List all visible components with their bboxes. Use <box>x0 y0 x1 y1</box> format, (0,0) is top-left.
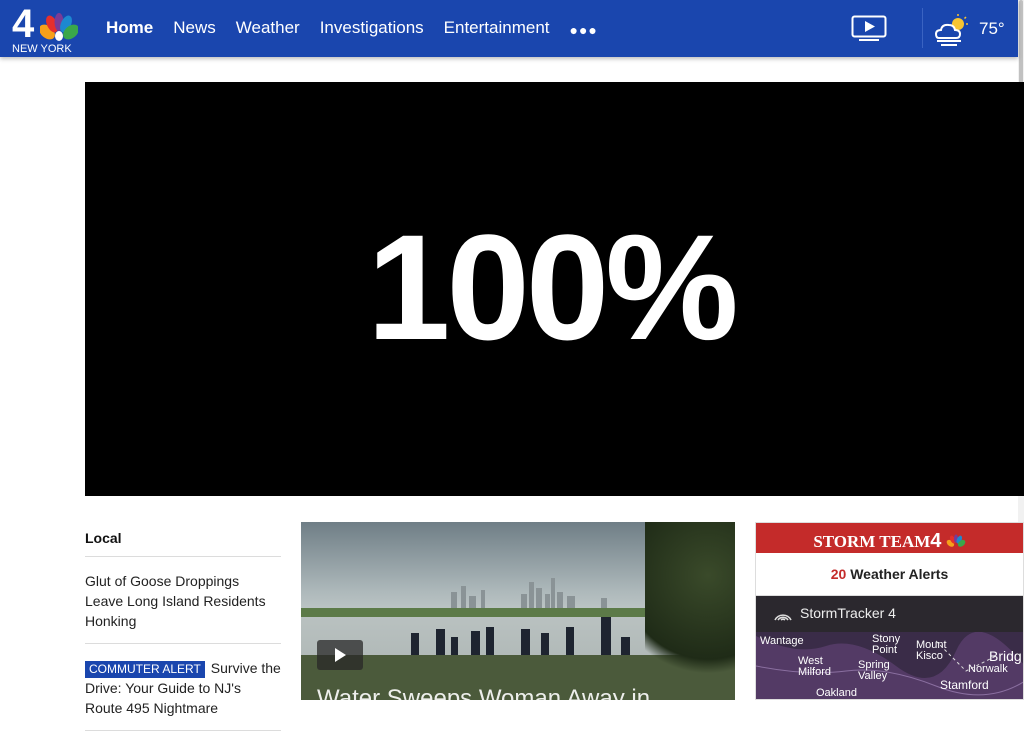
map-label: Stony Point <box>872 633 901 656</box>
alerts-label: Weather Alerts <box>850 566 949 582</box>
stormtracker-label: StormTracker 4 <box>800 605 896 621</box>
map-label: West Milford <box>798 655 832 678</box>
story-headline[interactable]: Water Sweeps Woman Away in <box>317 685 650 700</box>
map-label: Mount Kisco <box>916 639 947 662</box>
map-label: Norwalk <box>968 663 1008 675</box>
nav-weather[interactable]: Weather <box>236 18 300 38</box>
top-nav-bar: 4 NEW YORK Home News Weather Investigati… <box>0 0 1018 57</box>
main-nav: Home News Weather Investigations Enterta… <box>106 18 598 38</box>
hero-banner[interactable]: 100% <box>85 82 1024 496</box>
map-label: Wantage <box>760 635 804 647</box>
headline[interactable]: Glut of Goose Droppings Leave Long Islan… <box>85 573 266 629</box>
logo-number: 4 <box>12 2 34 46</box>
alerts-count: 20 <box>830 566 847 582</box>
video-play-button[interactable] <box>317 640 363 670</box>
featured-story[interactable]: Water Sweeps Woman Away in <box>301 522 735 700</box>
story-image-trees <box>645 522 735 700</box>
radar-icon <box>774 614 792 621</box>
section-title[interactable]: Local <box>85 530 281 557</box>
logo-city: NEW YORK <box>12 43 72 55</box>
map-label: Oakland <box>816 687 857 699</box>
list-item[interactable]: COMMUTER ALERT Survive the Drive: Your Gu… <box>85 644 281 731</box>
video-play-icon[interactable] <box>851 15 887 43</box>
nav-investigations[interactable]: Investigations <box>320 18 424 38</box>
nav-home[interactable]: Home <box>106 18 153 38</box>
header-divider <box>922 8 923 48</box>
current-temperature[interactable]: 75° <box>979 19 1005 39</box>
hero-text: 100% <box>367 203 739 371</box>
storm-team-widget[interactable]: STORM TEAM4 20 Weather Alerts StormTrack… <box>755 522 1024 700</box>
storm-team-brand: STORM TEAM <box>813 532 931 551</box>
storm-team-number: 4 <box>930 530 942 552</box>
weather-alerts-link[interactable]: 20 Weather Alerts <box>756 553 1023 596</box>
partly-cloudy-icon[interactable] <box>933 14 971 46</box>
list-item[interactable]: Glut of Goose Droppings Leave Long Islan… <box>85 557 281 644</box>
scrollbar-thumb[interactable] <box>1019 0 1023 90</box>
map-label: Spring Valley <box>858 659 890 682</box>
radar-map[interactable]: StormTracker 4 Wantage Stony Point Mount… <box>756 596 1023 699</box>
peacock-icon <box>40 13 78 41</box>
local-news-section: Local Glut of Goose Droppings Leave Long… <box>85 530 281 731</box>
play-icon <box>335 648 346 662</box>
nav-entertainment[interactable]: Entertainment <box>444 18 550 38</box>
commuter-alert-badge: COMMUTER ALERT <box>85 661 205 678</box>
peacock-icon <box>946 534 965 547</box>
nbc4-logo[interactable]: 4 NEW YORK <box>10 2 80 55</box>
map-label: Stamford <box>940 678 989 692</box>
storm-team-header: STORM TEAM4 <box>756 523 1023 553</box>
map-label: Bridg <box>989 648 1022 664</box>
nav-news[interactable]: News <box>173 18 216 38</box>
ellipsis-icon[interactable]: ●●● <box>570 22 598 38</box>
